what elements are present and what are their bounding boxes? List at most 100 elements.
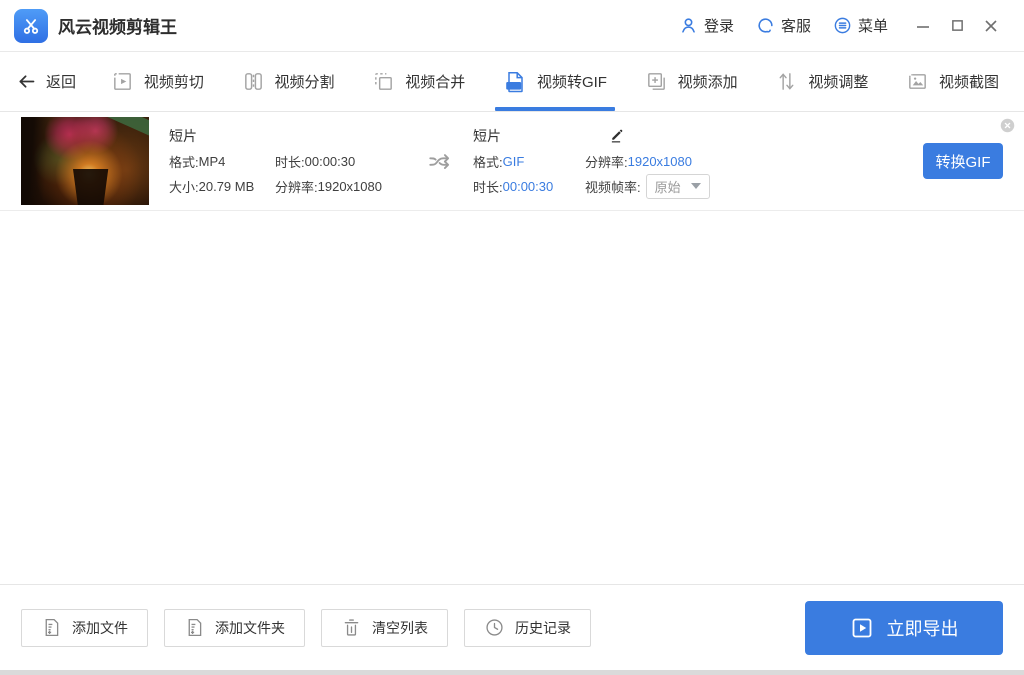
tab-video-split[interactable]: 视频分割: [238, 52, 339, 111]
app-logo: [14, 8, 48, 43]
user-icon: [679, 16, 698, 35]
tab-video-merge[interactable]: 视频合并: [368, 52, 469, 111]
source-size-value: 20.79 MB: [198, 178, 255, 194]
scissors-icon: [20, 15, 42, 37]
video-cut-icon: [111, 70, 134, 93]
source-size-label: 大小:: [169, 179, 199, 195]
gif-badge-text: GIF: [509, 83, 519, 89]
login-label: 登录: [703, 18, 734, 35]
video-add-icon: [645, 70, 668, 93]
framerate-select[interactable]: 原始: [645, 173, 710, 199]
tab-label: 视频合并: [405, 74, 466, 91]
nav-tabs: 视频剪切 视频分割 视频合并 GIF 视频转GIF 视频添加 视频调整 视频截图: [92, 52, 1018, 111]
customer-service-button[interactable]: 客服: [756, 15, 811, 36]
framerate-value: 原始: [654, 179, 681, 195]
minimize-icon[interactable]: [906, 9, 940, 43]
add-file-button[interactable]: 添加文件: [21, 608, 148, 647]
tab-label: 视频分割: [274, 74, 335, 91]
back-label: 返回: [46, 74, 77, 91]
tab-video-adjust[interactable]: 视频调整: [771, 52, 872, 111]
headset-icon: [756, 16, 775, 35]
titlebar-actions: 登录 客服 菜单: [657, 9, 1008, 43]
add-file-icon: [41, 617, 62, 638]
video-thumbnail[interactable]: [21, 117, 149, 205]
file-list-empty-area: [0, 211, 1024, 584]
app-title: 风云视频剪辑王: [58, 18, 177, 37]
add-file-label: 添加文件: [72, 619, 128, 636]
back-button[interactable]: 返回: [6, 52, 92, 111]
output-resolution-value: 1920x1080: [627, 153, 692, 169]
maximize-icon[interactable]: [940, 9, 974, 43]
tab-label: 视频截图: [939, 74, 1000, 91]
tab-video-cut[interactable]: 视频剪切: [107, 52, 208, 111]
video-adjust-icon: [775, 70, 798, 93]
edit-output-icon[interactable]: [585, 127, 625, 145]
file-list-item: 短片 格式: MP4 大小: 20.79 MB 时长: 00:00:30 分辨率: 1…: [0, 112, 1024, 211]
customer-service-label: 客服: [780, 18, 811, 35]
source-format: 格式: MP4: [169, 149, 275, 174]
title-bar: 风云视频剪辑王 登录 客服 菜单: [0, 0, 1024, 52]
output-format-label: 格式:: [473, 154, 503, 170]
bottom-edge-strip: [0, 670, 1024, 675]
tab-video-screenshot[interactable]: 视频截图: [902, 52, 1003, 111]
remove-file-icon[interactable]: [1000, 118, 1015, 133]
clear-list-label: 清空列表: [372, 619, 428, 636]
video-split-icon: [242, 70, 265, 93]
chevron-down-icon: [690, 183, 701, 189]
clear-list-button[interactable]: 清空列表: [321, 608, 448, 647]
source-resolution: 分辨率: 1920x1080: [275, 174, 421, 199]
output-duration-value: 00:00:30: [502, 178, 554, 194]
output-framerate: 视频帧率: 原始: [585, 173, 763, 199]
tab-label: 视频转GIF: [536, 74, 607, 91]
video-merge-icon: [372, 70, 395, 93]
source-resolution-value: 1920x1080: [317, 178, 382, 194]
source-duration: 时长: 00:00:30: [275, 149, 421, 174]
thumbnail-detail: [72, 169, 109, 205]
back-arrow-icon: [16, 71, 37, 92]
source-size: 大小: 20.79 MB: [169, 174, 275, 199]
window-controls: [906, 9, 1008, 43]
history-button[interactable]: 历史记录: [464, 608, 591, 647]
source-duration-label: 时长:: [275, 154, 305, 170]
output-resolution: 分辨率: 1920x1080: [585, 149, 763, 174]
source-format-value: MP4: [198, 153, 226, 169]
export-now-label: 立即导出: [886, 618, 959, 639]
shuffle-icon: [427, 148, 453, 174]
tab-label: 视频调整: [808, 74, 869, 91]
output-title: 短片: [473, 128, 501, 144]
video-screenshot-icon: [906, 70, 929, 93]
tab-video-to-gif[interactable]: GIF 视频转GIF: [494, 52, 615, 111]
source-duration-value: 00:00:30: [304, 153, 356, 169]
menu-label: 菜单: [857, 18, 888, 35]
footer-toolbar: 添加文件 添加文件夹 清空列表 历史记录 立即导出: [0, 584, 1024, 670]
output-format: 格式: GIF: [473, 149, 585, 174]
tab-label: 视频剪切: [143, 74, 204, 91]
tab-label: 视频添加: [677, 74, 738, 91]
export-now-button[interactable]: 立即导出: [805, 600, 1003, 655]
trash-icon: [341, 617, 362, 638]
source-info: 短片 格式: MP4 大小: 20.79 MB 时长: 00:00:30 分辨率: 1…: [149, 124, 421, 199]
output-framerate-label: 视频帧率:: [585, 179, 641, 195]
tab-video-add[interactable]: 视频添加: [641, 52, 742, 111]
convert-gif-button[interactable]: 转换GIF: [923, 143, 1003, 179]
output-format-value: GIF: [502, 153, 525, 169]
output-duration-label: 时长:: [473, 179, 503, 195]
gif-file-icon: GIF: [503, 70, 527, 94]
source-resolution-label: 分辨率:: [275, 179, 318, 195]
source-format-label: 格式:: [169, 154, 199, 170]
close-icon[interactable]: [974, 9, 1008, 43]
add-folder-button[interactable]: 添加文件夹: [164, 608, 305, 647]
output-info: 短片 格式: GIF 时长: 00:00:30 分辨率: 1920x1080 视…: [473, 124, 763, 199]
login-button[interactable]: 登录: [679, 15, 734, 36]
play-square-icon: [850, 616, 874, 640]
menu-list-icon: [833, 16, 852, 35]
clock-icon: [484, 617, 505, 638]
menu-button[interactable]: 菜单: [833, 15, 888, 36]
source-title: 短片: [169, 128, 197, 144]
history-label: 历史记录: [515, 619, 571, 636]
nav-bar: 返回 视频剪切 视频分割 视频合并 GIF 视频转GIF 视频添加 视频调整 视…: [0, 52, 1024, 112]
thumbnail-detail: [74, 117, 149, 139]
output-duration: 时长: 00:00:30: [473, 174, 585, 199]
output-resolution-label: 分辨率:: [585, 154, 628, 170]
